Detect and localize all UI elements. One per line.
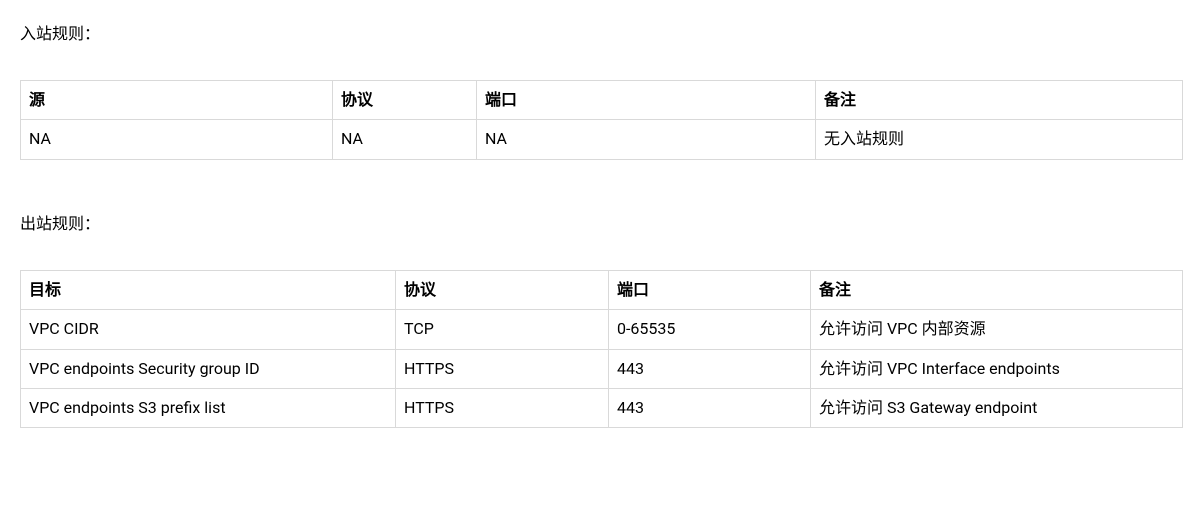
header-comment: 备注 bbox=[816, 81, 1183, 120]
table-header-row: 源 协议 端口 备注 bbox=[21, 81, 1183, 120]
table-row: NA NA NA 无入站规则 bbox=[21, 120, 1183, 159]
cell-port: NA bbox=[477, 120, 816, 159]
cell-comment: 无入站规则 bbox=[816, 120, 1183, 159]
table-header-row: 目标 协议 端口 备注 bbox=[21, 270, 1183, 309]
cell-protocol: HTTPS bbox=[396, 349, 609, 388]
table-row: VPC endpoints S3 prefix list HTTPS 443 允… bbox=[21, 388, 1183, 427]
inbound-rules-table: 源 协议 端口 备注 NA NA NA 无入站规则 bbox=[20, 80, 1183, 160]
header-comment: 备注 bbox=[811, 270, 1183, 309]
cell-target: VPC CIDR bbox=[21, 310, 396, 349]
cell-source: NA bbox=[21, 120, 333, 159]
cell-comment: 允许访问 VPC Interface endpoints bbox=[811, 349, 1183, 388]
cell-target: VPC endpoints S3 prefix list bbox=[21, 388, 396, 427]
cell-comment: 允许访问 S3 Gateway endpoint bbox=[811, 388, 1183, 427]
header-protocol: 协议 bbox=[396, 270, 609, 309]
cell-protocol: HTTPS bbox=[396, 388, 609, 427]
outbound-rules-title: 出站规则： bbox=[20, 210, 1182, 234]
outbound-rules-section: 出站规则： 目标 协议 端口 备注 VPC CIDR TCP 0-65535 允… bbox=[20, 210, 1182, 429]
inbound-rules-title: 入站规则： bbox=[20, 20, 1182, 44]
cell-port: 0-65535 bbox=[609, 310, 811, 349]
header-port: 端口 bbox=[477, 81, 816, 120]
cell-port: 443 bbox=[609, 349, 811, 388]
cell-target: VPC endpoints Security group ID bbox=[21, 349, 396, 388]
outbound-rules-table: 目标 协议 端口 备注 VPC CIDR TCP 0-65535 允许访问 VP… bbox=[20, 270, 1183, 429]
table-row: VPC CIDR TCP 0-65535 允许访问 VPC 内部资源 bbox=[21, 310, 1183, 349]
header-port: 端口 bbox=[609, 270, 811, 309]
header-protocol: 协议 bbox=[333, 81, 477, 120]
cell-comment: 允许访问 VPC 内部资源 bbox=[811, 310, 1183, 349]
cell-protocol: NA bbox=[333, 120, 477, 159]
cell-port: 443 bbox=[609, 388, 811, 427]
inbound-rules-section: 入站规则： 源 协议 端口 备注 NA NA NA 无入站规则 bbox=[20, 20, 1182, 160]
table-row: VPC endpoints Security group ID HTTPS 44… bbox=[21, 349, 1183, 388]
header-target: 目标 bbox=[21, 270, 396, 309]
cell-protocol: TCP bbox=[396, 310, 609, 349]
header-source: 源 bbox=[21, 81, 333, 120]
